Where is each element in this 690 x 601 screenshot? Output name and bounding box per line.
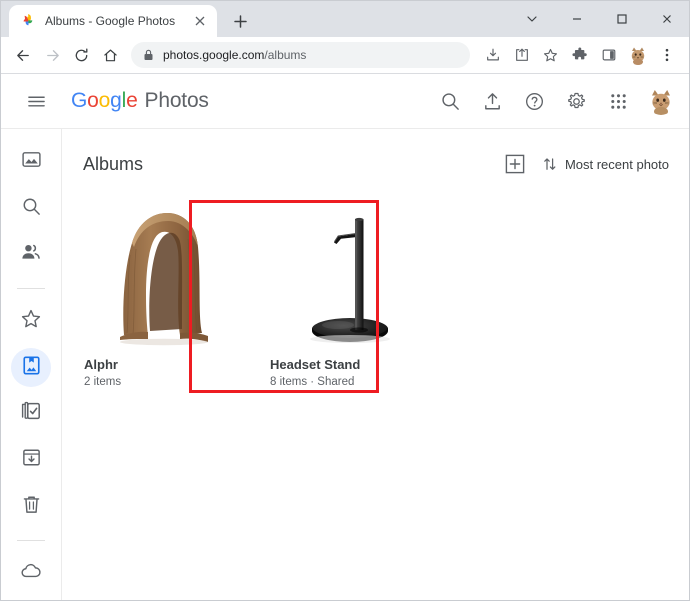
sidebar-divider-2: [17, 539, 45, 541]
sidebar-item-archive[interactable]: [11, 441, 51, 479]
address-bar-url: photos.google.com/albums: [163, 48, 306, 62]
install-app-icon[interactable]: [478, 41, 507, 70]
albums-content: Albums Most recent photo Alphr 2 items H…: [62, 129, 689, 600]
upload-icon[interactable]: [473, 82, 511, 120]
browser-toolbar: photos.google.com/albums: [1, 37, 689, 74]
brand-letter-o2: o: [98, 89, 111, 112]
album-book-icon: [21, 355, 42, 381]
url-path: /albums: [264, 48, 307, 62]
brand-letter-g2: g: [110, 89, 122, 112]
side-panel-icon[interactable]: [594, 41, 623, 70]
cloud-icon: [20, 559, 43, 587]
album-title: Headset Stand: [270, 357, 361, 372]
tab-title: Albums - Google Photos: [45, 14, 176, 28]
chrome-menu-icon[interactable]: [652, 41, 681, 70]
window-controls: [509, 1, 689, 37]
hamburger-menu-icon[interactable]: [17, 82, 55, 120]
album-meta: 8 items · Shared: [270, 376, 355, 388]
star-icon: [20, 308, 42, 335]
toolbar-actions: [478, 41, 681, 70]
sidebar-item-utilities[interactable]: [11, 395, 51, 433]
content-header: Albums Most recent photo: [62, 129, 689, 177]
brand-product-name: Photos: [144, 89, 209, 112]
url-host: photos.google.com: [163, 48, 265, 62]
share-this-page-icon[interactable]: [507, 41, 536, 70]
sidebar-item-albums[interactable]: [11, 348, 51, 387]
bookmark-star-icon[interactable]: [536, 41, 565, 70]
back-button[interactable]: [9, 41, 38, 70]
google-photos-wordmark: Go o g l e Photos: [71, 89, 209, 113]
home-button[interactable]: [96, 41, 125, 70]
search-icon: [21, 196, 42, 222]
sidebar-item-search[interactable]: [11, 189, 51, 227]
address-bar[interactable]: photos.google.com/albums: [131, 42, 470, 68]
album-thumbnail[interactable]: [84, 199, 236, 347]
sidebar-item-favorites[interactable]: [11, 302, 51, 340]
album-title: Alphr: [84, 357, 118, 372]
people-icon: [20, 241, 42, 268]
sidebar-item-storage[interactable]: [11, 554, 51, 592]
content-header-actions: Most recent photo: [502, 151, 669, 177]
tab-search-button[interactable]: [509, 1, 554, 37]
sidebar-item-sharing[interactable]: [11, 236, 51, 274]
trash-icon: [21, 494, 42, 520]
album-meta: 2 items: [84, 376, 122, 388]
chrome-browser-window: Albums - Google Photos photos.google.com…: [0, 0, 690, 601]
sort-order-label: Most recent photo: [564, 156, 669, 172]
sidebar-divider-1: [17, 288, 45, 289]
new-tab-button[interactable]: [226, 7, 254, 35]
tab-strip: Albums - Google Photos: [1, 1, 689, 37]
album-card[interactable]: Alphr 2 items: [84, 199, 236, 388]
forward-button[interactable]: [38, 41, 67, 70]
sort-arrows-icon: [542, 156, 558, 172]
reload-button[interactable]: [67, 41, 96, 70]
album-thumbnail[interactable]: [270, 199, 422, 347]
album-card[interactable]: Headset Stand 8 items · Shared: [270, 199, 422, 388]
app-body: Albums Most recent photo Alphr 2 items H…: [1, 129, 689, 600]
lock-icon: [143, 49, 154, 61]
extensions-puzzle-icon[interactable]: [565, 41, 594, 70]
albums-grid: Alphr 2 items Headset Stand 8 items · Sh…: [62, 177, 689, 388]
sidebar: [1, 129, 62, 600]
utilities-icon: [20, 400, 42, 427]
brand-letter-e: e: [126, 89, 138, 112]
maximize-button[interactable]: [599, 1, 644, 37]
close-button[interactable]: [644, 1, 689, 37]
browser-tab[interactable]: Albums - Google Photos: [9, 5, 217, 37]
minimize-button[interactable]: [554, 1, 599, 37]
help-icon[interactable]: [515, 82, 553, 120]
settings-gear-icon[interactable]: [557, 82, 595, 120]
create-album-button[interactable]: [502, 151, 528, 177]
google-apps-grid-icon[interactable]: [599, 82, 637, 120]
brand-letter-g: G: [71, 89, 88, 112]
photo-icon: [21, 149, 42, 175]
app-header: Go o g l e Photos: [1, 74, 689, 129]
page-title: Albums: [83, 153, 144, 174]
tab-close-icon[interactable]: [191, 12, 209, 30]
search-icon[interactable]: [431, 82, 469, 120]
google-photos-favicon: [20, 13, 36, 29]
app-header-actions: [431, 82, 675, 120]
sidebar-item-trash[interactable]: [11, 487, 51, 525]
brand-letter-o1: o: [87, 89, 99, 112]
chrome-profile-avatar[interactable]: [623, 41, 652, 70]
sidebar-item-photos[interactable]: [11, 143, 51, 181]
sort-order-button[interactable]: Most recent photo: [542, 156, 669, 172]
archive-icon: [21, 447, 42, 473]
account-avatar[interactable]: [647, 87, 675, 115]
